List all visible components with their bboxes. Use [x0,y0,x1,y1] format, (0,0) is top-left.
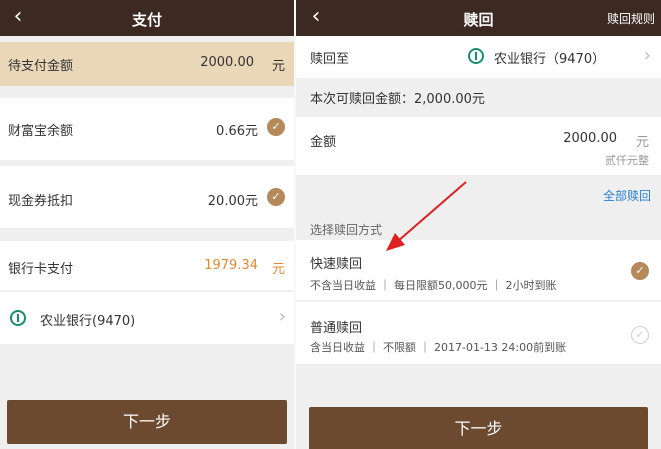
red-arrow-annotation [386,181,467,251]
